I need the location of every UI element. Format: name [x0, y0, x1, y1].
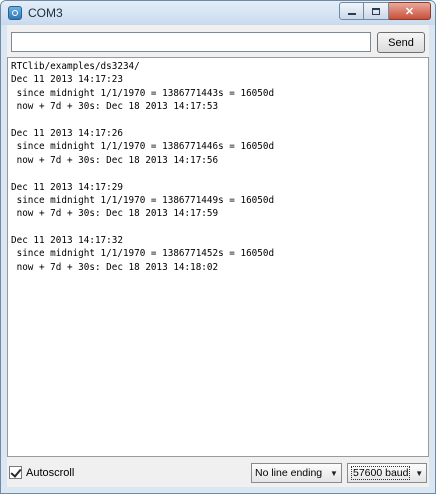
output-line: Dec 11 2013 14:17:26 [11, 127, 123, 139]
output-line: now + 7d + 30s: Dec 18 2013 14:17:59 [11, 208, 219, 220]
close-icon: ✕ [404, 5, 415, 18]
output-line: since midnight 1/1/1970 = 1386771446s = … [11, 141, 275, 153]
autoscroll-toggle[interactable]: Autoscroll [9, 466, 74, 479]
output-line: Dec 11 2013 14:17:23 [11, 74, 123, 86]
status-bar: Autoscroll No line ending ▼ 57600 baud ▼ [7, 463, 429, 485]
output-line: since midnight 1/1/1970 = 1386771449s = … [11, 194, 275, 206]
output-line: now + 7d + 30s: Dec 18 2013 14:18:02 [11, 261, 219, 273]
output-line: now + 7d + 30s: Dec 18 2013 14:17:56 [11, 154, 219, 166]
output-line: since midnight 1/1/1970 = 1386771452s = … [11, 248, 275, 260]
output-line: since midnight 1/1/1970 = 1386771443s = … [11, 87, 275, 99]
minimize-button[interactable] [339, 2, 364, 20]
output-line: Dec 11 2013 14:17:32 [11, 235, 123, 247]
autoscroll-checkbox[interactable] [9, 466, 22, 479]
monitor-body: Send RTClib/examples/ds3234/Dec 11 2013 … [7, 25, 429, 487]
window-controls: ✕ [339, 2, 431, 20]
title-bar[interactable]: COM3 ✕ [1, 1, 435, 25]
send-button[interactable]: Send [377, 32, 425, 53]
maximize-icon [372, 7, 380, 15]
send-row: Send [11, 32, 425, 54]
window-title: COM3 [28, 6, 63, 20]
send-input[interactable] [11, 32, 371, 52]
baud-rate-value: 57600 baud [351, 466, 411, 480]
close-button[interactable]: ✕ [389, 2, 431, 20]
chevron-down-icon: ▼ [415, 468, 424, 478]
chevron-down-icon: ▼ [330, 468, 338, 478]
serial-monitor-icon [8, 6, 22, 20]
serial-monitor-window: COM3 ✕ Send RTClib/examples/ds3234/Dec 1… [0, 0, 436, 494]
output-line: Dec 11 2013 14:17:29 [11, 181, 123, 193]
minimize-icon [347, 13, 356, 15]
line-ending-value: No line ending [255, 467, 323, 479]
line-ending-select[interactable]: No line ending ▼ [251, 463, 342, 483]
output-line: now + 7d + 30s: Dec 18 2013 14:17:53 [11, 101, 219, 113]
output-line: RTClib/examples/ds3234/ [11, 61, 140, 72]
serial-output[interactable]: RTClib/examples/ds3234/Dec 11 2013 14:17… [7, 57, 429, 457]
maximize-button[interactable] [364, 2, 389, 20]
baud-rate-select[interactable]: 57600 baud ▼ [347, 463, 427, 483]
autoscroll-label: Autoscroll [26, 466, 75, 479]
